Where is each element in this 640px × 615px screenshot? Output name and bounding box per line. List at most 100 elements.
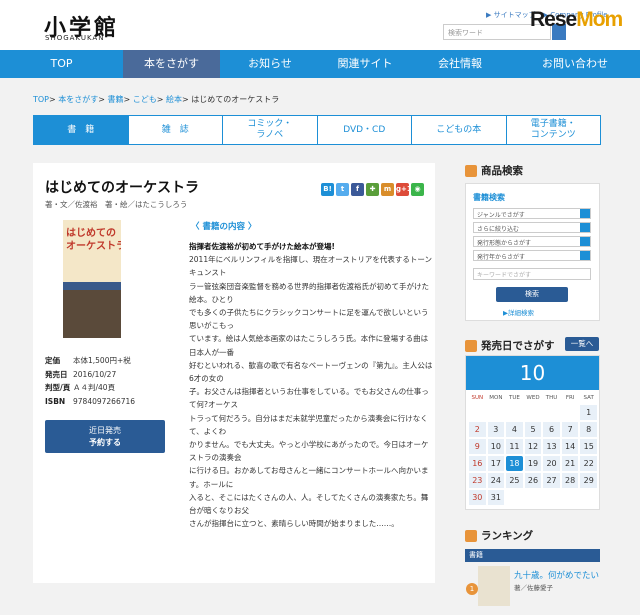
calendar-empty-cell [488, 405, 505, 420]
share-button[interactable]: m [381, 183, 394, 196]
tab-comics[interactable]: コミック・ ラノベ [222, 116, 317, 144]
calendar-day[interactable]: 7 [561, 422, 579, 437]
calendar-empty-cell [506, 405, 523, 420]
description-lead: 指揮者佐渡裕が初めて手がけた絵本が登場! [189, 242, 335, 251]
resemom-watermark: ReseMom [530, 8, 623, 32]
book-authors: 著・文／佐渡裕 著・絵／はたこうしろう [45, 200, 188, 209]
calendar-empty-cell [562, 405, 579, 420]
info-value: 2016/10/27 [73, 369, 117, 379]
calendar-day[interactable]: 29 [580, 473, 597, 488]
book-detail-panel: はじめてのオーケストラ 著・文／佐渡裕 著・絵／はたこうしろう B! t f ✚ m g+… [33, 163, 435, 583]
reserve-label: 予約する [89, 438, 121, 447]
calendar-day[interactable]: 30 [469, 490, 486, 505]
crumb-search[interactable]: 本をさがす [58, 95, 98, 104]
nav-related-sites[interactable]: 関連サイト [320, 50, 410, 78]
calendar-day[interactable]: 27 [543, 473, 560, 488]
refine-select[interactable]: さらに絞り込む [473, 222, 591, 233]
nav-news[interactable]: お知らせ [220, 50, 320, 78]
calendar-day[interactable]: 2 [469, 422, 486, 437]
book-info-table: 定価 本体1,500円+税 発売日 2016/10/27 判型/頁 Ａ４判/40頁 ISBN… [45, 354, 175, 408]
crumb-top[interactable]: TOP [33, 95, 49, 104]
nav-search-books[interactable]: 本をさがす [123, 50, 220, 78]
ranking-number-badge: 1 [466, 583, 478, 595]
crumb-picturebook[interactable]: 絵本 [166, 95, 182, 104]
calendar-day[interactable]: 23 [469, 473, 486, 488]
nav-top[interactable]: TOP [0, 50, 123, 78]
calendar-day[interactable]: 13 [543, 439, 560, 454]
calendar-day[interactable]: 11 [506, 439, 523, 454]
cover-orchestra-art [63, 290, 121, 338]
share-button[interactable]: B! [321, 183, 334, 196]
category-tabs: 書 籍 雑 誌 コミック・ ラノベ DVD・CD こどもの本 電子書籍・ コンテ… [33, 115, 601, 145]
info-row: ISBN 9784097266716 [45, 395, 175, 409]
calendar-day[interactable]: 1 [580, 405, 597, 420]
calendar-day[interactable]: 17 [487, 456, 505, 471]
info-row: 発売日 2016/10/27 [45, 368, 175, 382]
book-title: はじめてのオーケストラ [45, 180, 199, 196]
calendar-day[interactable]: 24 [487, 473, 505, 488]
calendar-day[interactable]: 28 [561, 473, 579, 488]
calendar-day[interactable]: 18 [506, 456, 523, 471]
calendar-day[interactable]: 22 [580, 456, 597, 471]
watermark-part-a: Rese [530, 8, 577, 31]
calendar-empty-cell [543, 405, 560, 420]
nav-company[interactable]: 会社情報 [410, 50, 510, 78]
weekday-label: SUN [471, 395, 484, 401]
calendar-day[interactable]: 12 [524, 439, 542, 454]
year-select[interactable]: 発行年からさがす [473, 250, 591, 261]
share-button[interactable]: ◉ [411, 183, 424, 196]
tab-kids-books[interactable]: こどもの本 [411, 116, 506, 144]
calendar-empty-cell [525, 405, 542, 420]
calendar-icon [465, 339, 477, 352]
calendar-day[interactable]: 8 [580, 422, 597, 437]
calendar-day[interactable]: 15 [580, 439, 597, 454]
calendar-day[interactable]: 31 [487, 490, 505, 505]
calendar-day[interactable]: 16 [469, 456, 486, 471]
calendar-day[interactable]: 6 [543, 422, 560, 437]
calendar-day[interactable]: 25 [506, 473, 523, 488]
calendar-list-button[interactable]: 一覧へ [565, 337, 599, 351]
tab-books[interactable]: 書 籍 [34, 116, 128, 144]
calendar-day[interactable]: 19 [524, 456, 542, 471]
weekday-label: FRI [565, 395, 575, 401]
ranking-book-title[interactable]: 九十歳。何がめでたい [514, 569, 599, 581]
weekday-label: TUE [508, 395, 520, 401]
calendar-day[interactable]: 4 [506, 422, 523, 437]
share-button[interactable]: f [351, 183, 364, 196]
advanced-search-link[interactable]: ▶詳細検索 [503, 307, 534, 317]
share-button[interactable]: ✚ [366, 183, 379, 196]
tab-ebooks[interactable]: 電子書籍・ コンテンツ [505, 116, 601, 144]
tab-magazines[interactable]: 雑 誌 [127, 116, 223, 144]
info-value: Ａ４判/40頁 [73, 383, 116, 392]
calendar-day[interactable]: 14 [561, 439, 579, 454]
share-button[interactable]: g+1 [396, 183, 412, 196]
product-search-title: 商品検索 [481, 165, 523, 177]
calendar-day[interactable]: 21 [561, 456, 579, 471]
ranking-heading: ランキング [465, 528, 533, 543]
search-submit-button[interactable]: 検索 [496, 287, 568, 302]
calendar-day[interactable]: 5 [524, 422, 542, 437]
book-search-box: 書籍検索 ジャンルでさがす さらに絞り込む 発行形態からさがす 発行年からさがす… [465, 183, 600, 321]
calendar-day[interactable]: 20 [543, 456, 560, 471]
product-search-heading: 商品検索 [465, 163, 523, 178]
format-select[interactable]: 発行形態からさがす [473, 236, 591, 247]
crumb-current: はじめてのオーケストラ [191, 95, 280, 104]
nav-contact[interactable]: お問い合わせ [510, 50, 640, 78]
crumb-kids[interactable]: こども [133, 95, 157, 104]
info-key: 発売日 [45, 369, 68, 379]
calendar-day[interactable]: 3 [487, 422, 505, 437]
calendar-day[interactable]: 9 [469, 439, 486, 454]
reserve-button[interactable]: 近日発売 予約する [45, 420, 165, 453]
release-date-title: 発売日でさがす [481, 340, 555, 352]
ranking-book-cover[interactable] [478, 566, 510, 606]
share-button[interactable]: t [336, 183, 349, 196]
info-row: 定価 本体1,500円+税 [45, 354, 175, 368]
ranking-icon [465, 529, 477, 542]
genre-select[interactable]: ジャンルでさがす [473, 208, 591, 219]
info-key: 定価 [45, 356, 60, 365]
crumb-books[interactable]: 書籍 [108, 95, 124, 104]
calendar-day[interactable]: 26 [524, 473, 542, 488]
keyword-input[interactable]: キーワードでさがす [473, 268, 591, 280]
calendar-day[interactable]: 10 [487, 439, 505, 454]
tab-dvd-cd[interactable]: DVD・CD [316, 116, 412, 144]
